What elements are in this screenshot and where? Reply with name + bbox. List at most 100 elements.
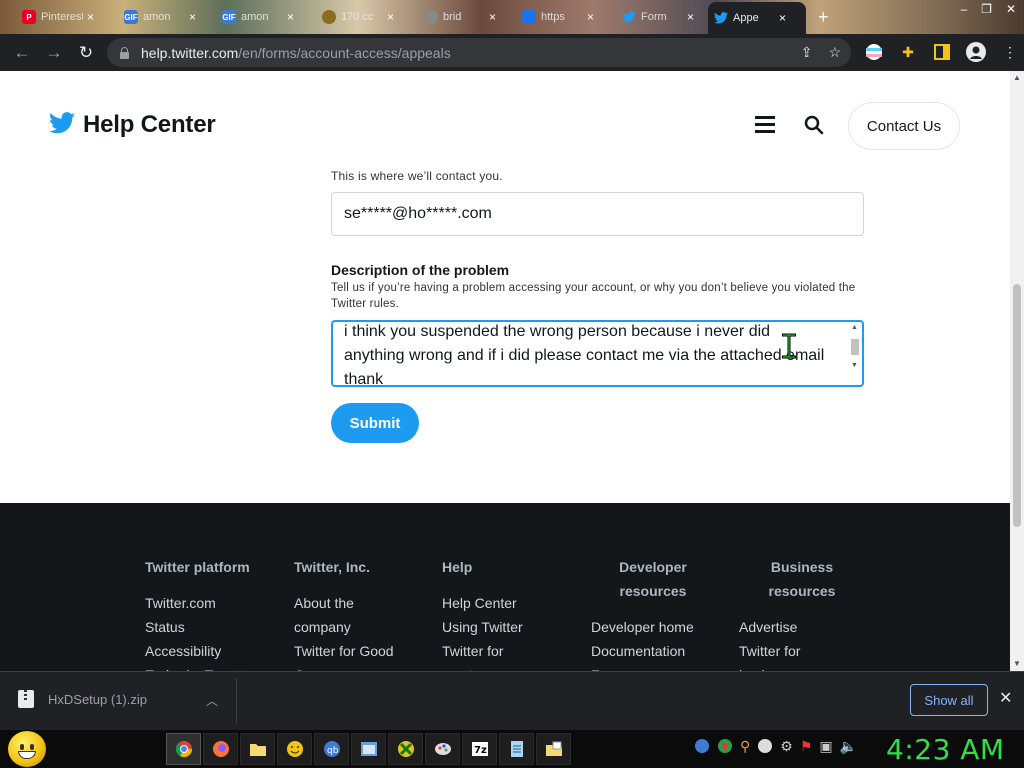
minimize-icon[interactable]: – [960,2,967,16]
hamburger-menu-icon[interactable] [755,116,775,133]
browser-tab[interactable]: GIF amon × [216,4,312,30]
footer-heading: Help [442,559,473,575]
lock-icon[interactable] [119,46,129,59]
footer-link[interactable]: Forums [591,663,721,671]
footer-link[interactable]: Twitter.com [145,591,285,615]
footer-link[interactable]: About the [294,591,434,615]
footer-link[interactable]: company [294,615,434,639]
footer-link[interactable]: Accessibility [145,639,285,663]
back-icon[interactable]: ← [6,37,38,69]
footer-link[interactable]: Help Center [442,591,582,615]
footer-link[interactable]: Status [145,615,285,639]
close-icon[interactable]: × [587,10,594,24]
extensions-puzzle-icon[interactable]: ✚ [898,42,918,62]
close-icon[interactable]: × [287,10,294,24]
text-cursor-icon [779,332,799,360]
files-icon[interactable] [536,733,571,765]
email-field[interactable] [331,192,864,236]
footer-column: Twitter platform Twitter.com Status Acce… [145,555,285,671]
browser-tab[interactable]: 170 cc × [316,4,412,30]
footer-link[interactable]: Documentation [591,639,721,663]
search-tray-icon[interactable]: ⚲ [740,738,750,757]
submit-button[interactable]: Submit [331,403,419,443]
show-all-button[interactable]: Show all [910,684,988,716]
close-icon[interactable]: × [779,11,786,25]
footer-link[interactable]: Advertise [739,615,869,639]
footer-link[interactable]: business [739,663,869,671]
chat-tray-icon[interactable] [757,738,773,757]
close-window-icon[interactable]: ✕ [1006,2,1016,16]
footer-link[interactable]: Developer home [591,615,721,639]
footer-link[interactable]: creators [442,663,582,671]
close-icon[interactable]: × [189,10,196,24]
chrome-icon[interactable] [166,733,201,765]
footer-link[interactable]: Twitter for Good [294,639,434,663]
browser-tab[interactable]: Form × [616,4,706,30]
url-path: /en/forms/account-access/appeals [238,44,451,61]
notepad-icon[interactable] [499,733,534,765]
profile-flag-icon[interactable] [864,42,884,62]
textarea-scrollbar[interactable]: ▲ ▼ [850,324,860,384]
network-tray-icon[interactable] [717,738,733,757]
zip-file-icon [18,690,34,708]
firefox-icon[interactable] [203,733,238,765]
contact-us-button[interactable]: Contact Us [848,102,960,150]
volume-icon[interactable]: 🔈 [840,738,857,757]
chevron-up-icon[interactable]: ︿ [206,692,218,709]
scroll-down-icon[interactable]: ▼ [1013,659,1021,668]
address-bar[interactable]: help.twitter.com/en/forms/account-access… [107,38,851,67]
footer-link[interactable]: Company news [294,663,434,671]
page-scrollbar[interactable]: ▲ ▼ [1010,71,1024,671]
bookmark-star-icon[interactable]: ☆ [828,44,841,61]
close-icon[interactable]: × [489,10,496,24]
paint-icon[interactable] [425,733,460,765]
xbox-icon[interactable] [388,733,423,765]
browser-tab[interactable]: https × [516,4,612,30]
taskbar-clock[interactable]: 4:23 AM [886,733,1005,766]
close-icon[interactable]: × [87,10,94,24]
emoji-icon[interactable] [277,733,312,765]
close-icon[interactable]: × [387,10,394,24]
close-icon[interactable]: ✕ [999,688,1012,708]
browser-tab[interactable]: GIF amon × [118,4,212,30]
profile-avatar-icon[interactable] [966,42,986,62]
search-icon[interactable] [804,115,824,140]
menu-kebab-icon[interactable]: ⋮ [1000,42,1020,62]
sidebar-icon[interactable] [932,42,952,62]
window-icon[interactable] [351,733,386,765]
footer-link[interactable]: Twitter for [739,639,869,663]
folder-icon[interactable] [240,733,275,765]
browser-tab-active[interactable]: Appe × [708,2,806,34]
restore-icon[interactable]: ❐ [981,2,992,16]
flag-tray-icon[interactable]: ⚑ [800,738,813,757]
7zip-icon[interactable]: 7z [462,733,497,765]
scroll-thumb[interactable] [851,339,859,355]
taskbar-apps: qb 7z [166,733,571,765]
footer-link[interactable]: Embed a Tweet [145,663,285,671]
description-help-text: Tell us if you’re having a problem acces… [331,282,856,310]
help-center-header: Help Center Contact Us [0,71,1010,171]
forward-icon[interactable]: → [38,37,70,69]
footer-link[interactable]: Twitter for [442,639,582,663]
monitor-tray-icon[interactable]: ▣ [819,738,832,757]
start-button-smiley-icon[interactable] [8,731,46,767]
page-scroll-thumb[interactable] [1013,284,1021,527]
scroll-up-icon[interactable]: ▲ [851,324,858,331]
share-icon[interactable]: ⇪ [801,44,813,61]
help-center-logo[interactable]: Help Center [49,111,216,139]
browser-tab[interactable]: brid × [418,4,510,30]
footer-column: Business resources Advertise Twitter for… [739,555,869,671]
reload-icon[interactable]: ↻ [70,37,102,69]
qbittorrent-icon[interactable]: qb [314,733,349,765]
tab-title: Appe [733,12,759,24]
gear-tray-icon[interactable]: ⚙ [780,738,793,757]
footer-link[interactable]: Using Twitter [442,615,582,639]
scroll-up-icon[interactable]: ▲ [1013,73,1021,82]
scroll-down-icon[interactable]: ▼ [851,362,858,369]
email-hint: This is where we’ll contact you. [331,169,503,183]
close-icon[interactable]: × [687,10,694,24]
new-tab-icon[interactable]: + [818,7,829,28]
browser-tab[interactable]: P Pinterest × [16,4,102,30]
download-item[interactable]: HxDSetup (1).zip [18,690,147,708]
qbittorrent-tray-icon[interactable] [694,738,710,757]
